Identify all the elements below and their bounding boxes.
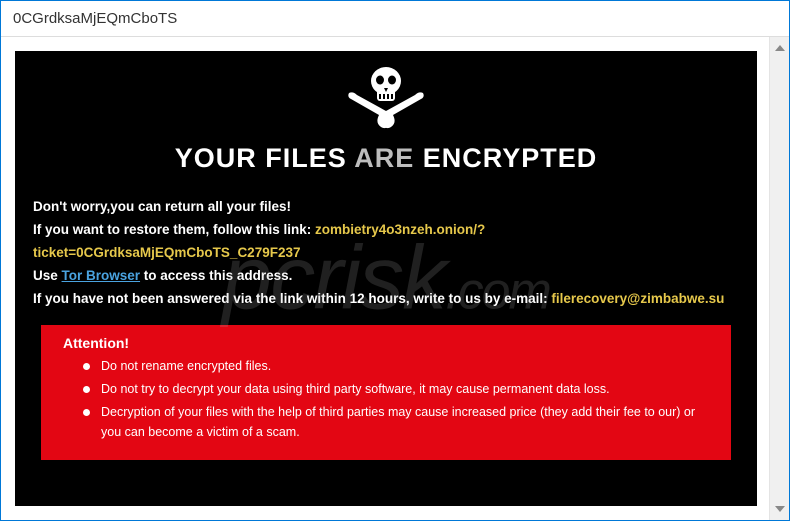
line-email: If you have not been answered via the li…	[33, 288, 739, 311]
window-titlebar: 0CGrdksaMjEQmCboTS	[1, 1, 789, 37]
line-tor-b: to access this address.	[140, 268, 292, 283]
attention-title: Attention!	[63, 335, 717, 351]
attention-item: Do not rename encrypted files.	[83, 357, 717, 376]
attention-item: Do not try to decrypt your data using th…	[83, 380, 717, 399]
line-tor-a: Use	[33, 268, 62, 283]
line-restore: If you want to restore them, follow this…	[33, 219, 739, 265]
line-tor: Use Tor Browser to access this address.	[33, 265, 739, 288]
heading-are: ARE	[354, 143, 414, 173]
attention-item: Decryption of your files with the help o…	[83, 403, 717, 442]
email-link[interactable]: filerecovery@zimbabwe.su	[551, 291, 724, 306]
vertical-scrollbar[interactable]	[769, 37, 789, 520]
line-email-text: If you have not been answered via the li…	[33, 291, 551, 306]
line-restore-text: If you want to restore them, follow this…	[33, 222, 315, 237]
scroll-down-button[interactable]	[771, 500, 789, 518]
tor-browser-link[interactable]: Tor Browser	[62, 268, 141, 283]
heading-part1: YOUR FILES	[175, 143, 355, 173]
chevron-down-icon	[775, 506, 785, 512]
heading-part2: ENCRYPTED	[414, 143, 597, 173]
attention-box: Attention! Do not rename encrypted files…	[41, 325, 731, 461]
ransom-note: pcrisk.com	[15, 51, 757, 506]
chevron-up-icon	[775, 45, 785, 51]
content-wrap: pcrisk.com	[1, 37, 769, 520]
scroll-up-button[interactable]	[771, 39, 789, 57]
skull-crossbones-icon	[343, 63, 429, 131]
window-title: 0CGrdksaMjEQmCboTS	[13, 10, 177, 27]
attention-list: Do not rename encrypted files. Do not tr…	[55, 357, 717, 443]
line-intro: Don't worry,you can return all your file…	[33, 196, 739, 219]
skull-icon-wrap	[33, 63, 739, 131]
heading: YOUR FILES ARE ENCRYPTED	[33, 143, 739, 174]
viewport: pcrisk.com	[1, 37, 789, 520]
